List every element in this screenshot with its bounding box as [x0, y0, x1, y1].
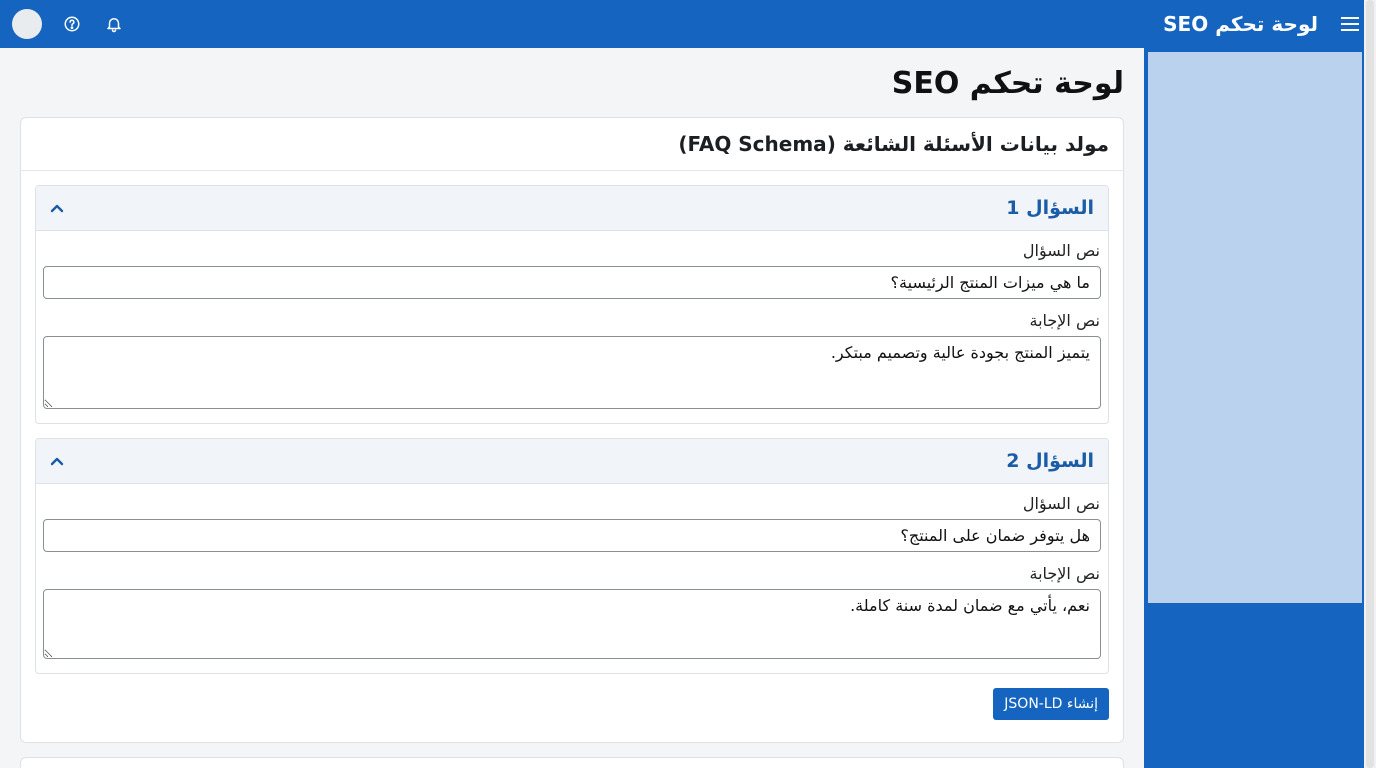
- faq-item-1: السؤال 1 نص السؤال نص الإجابة يتميز المن…: [35, 185, 1109, 424]
- faq-item-2-header[interactable]: السؤال 2: [36, 439, 1108, 484]
- card-title: مولد بيانات الأسئلة الشائعة (FAQ Schema): [678, 132, 1109, 156]
- top-bar: لوحة تحكم SEO: [0, 0, 1376, 48]
- question-input-2[interactable]: [43, 519, 1101, 552]
- main-content: لوحة تحكم SEO مولد بيانات الأسئلة الشائع…: [0, 48, 1144, 768]
- generate-jsonld-button[interactable]: إنشاء JSON-LD: [993, 688, 1109, 720]
- help-icon[interactable]: [58, 10, 86, 38]
- answer-label: نص الإجابة: [1029, 564, 1100, 583]
- brand-title[interactable]: لوحة تحكم SEO: [1163, 12, 1318, 36]
- chevron-up-icon[interactable]: [48, 199, 66, 217]
- answer-textarea-2[interactable]: نعم، يأتي مع ضمان لمدة سنة كاملة.: [43, 589, 1101, 659]
- question-label: نص السؤال: [1022, 494, 1100, 513]
- faq-item-2-title: السؤال 2: [1006, 450, 1094, 472]
- side-panel: [1148, 52, 1362, 603]
- page-scrollbar[interactable]: [1364, 0, 1376, 768]
- answer-textarea-1[interactable]: يتميز المنتج بجودة عالية وتصميم مبتكر.: [43, 336, 1101, 409]
- faq-item-1-title: السؤال 1: [1006, 197, 1094, 219]
- card-header: مولد بيانات الأسئلة الشائعة (FAQ Schema): [21, 118, 1123, 171]
- faq-item-1-header[interactable]: السؤال 1: [36, 186, 1108, 231]
- scrollbar-thumb[interactable]: [1366, 0, 1374, 768]
- card-body: السؤال 1 نص السؤال نص الإجابة يتميز المن…: [21, 171, 1123, 720]
- question-label: نص السؤال: [1022, 241, 1100, 260]
- menu-icon[interactable]: [1336, 10, 1364, 38]
- chevron-up-icon[interactable]: [48, 452, 66, 470]
- page-title: لوحة تحكم SEO: [891, 66, 1124, 101]
- avatar[interactable]: [12, 9, 42, 39]
- faq-item-2: السؤال 2 نص السؤال نص الإجابة نعم، يأتي …: [35, 438, 1109, 674]
- faq-generator-card: مولد بيانات الأسئلة الشائعة (FAQ Schema)…: [20, 117, 1124, 743]
- bell-icon[interactable]: [100, 10, 128, 38]
- card-actions: إنشاء JSON-LD: [35, 688, 1109, 720]
- next-card: [20, 757, 1124, 768]
- faq-item-1-body: نص السؤال نص الإجابة يتميز المنتج بجودة …: [36, 231, 1108, 423]
- side-panel-frame: [1144, 48, 1364, 768]
- app-root: لوحة تحكم SEO لوحة تحكم SEO مولد بيانات …: [0, 0, 1376, 768]
- faq-item-2-body: نص السؤال نص الإجابة نعم، يأتي مع ضمان ل…: [36, 484, 1108, 673]
- answer-label: نص الإجابة: [1029, 311, 1100, 330]
- question-input-1[interactable]: [43, 266, 1101, 299]
